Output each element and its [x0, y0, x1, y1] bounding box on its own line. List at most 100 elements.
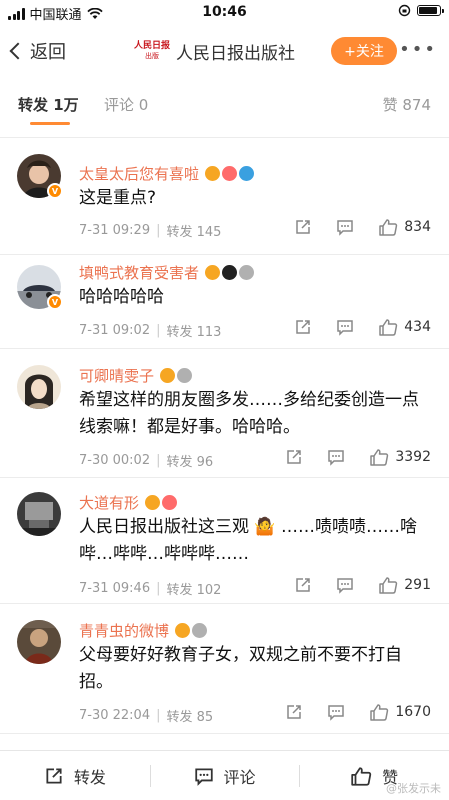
username[interactable]: 可卿晴雯子 — [79, 365, 193, 386]
meta-separator: | — [156, 708, 161, 723]
list-item[interactable]: 大道有形 人民日报出版社这三观 🤷 ……啧啧啧……啥哔…哔哔…哔哔哔…… 7-3… — [0, 478, 449, 604]
repost-text: 哈哈哈哈哈 — [79, 287, 164, 307]
comment-icon — [194, 767, 213, 786]
medal-badge-icon — [162, 495, 178, 510]
item-actions: 291 — [276, 576, 431, 594]
verified-badge-icon: V — [47, 183, 63, 199]
level-badge-icon — [192, 623, 208, 638]
list-item-partial — [0, 128, 449, 138]
repost-date: 7-31 09:46 — [79, 581, 151, 596]
comment-icon — [328, 450, 345, 466]
list-item[interactable]: 可卿晴雯子 希望这样的朋友圈多发……多给纪委创造一点线索嘛！都是好事。哈哈哈。 … — [0, 349, 449, 478]
comment-button[interactable] — [327, 703, 345, 721]
share-icon — [296, 578, 311, 592]
user-badges — [205, 166, 255, 181]
like-count: 3392 — [395, 449, 431, 465]
share-button[interactable] — [285, 448, 303, 466]
active-tab-indicator — [30, 122, 70, 125]
item-actions: 3392 — [267, 448, 431, 466]
orientation-lock-icon — [398, 4, 411, 17]
thumbs-up-icon — [379, 577, 398, 594]
repost-count: 转发 102 — [166, 583, 222, 598]
item-actions: 834 — [276, 218, 431, 236]
thumbs-up-icon — [370, 449, 389, 466]
repost-meta: 7-30 22:04 | 转发 85 — [79, 706, 213, 725]
like-button[interactable]: 291 — [378, 576, 431, 594]
username[interactable]: 青青虫的微博 — [79, 620, 208, 641]
repost-list[interactable]: V 太皇太后您有喜啦 这是重点? 7-31 09:29 | 转发 145 834… — [0, 128, 449, 750]
share-button[interactable] — [294, 318, 312, 336]
tab-repost[interactable]: 转发 1万 — [18, 94, 79, 115]
list-item[interactable]: 青青虫的微博 父母要好好教育子女，双规之前不要不打自招。 7-30 22:04 … — [0, 604, 449, 734]
tab-like[interactable]: 赞 874 — [383, 94, 431, 115]
share-button[interactable] — [294, 218, 312, 236]
status-right — [398, 4, 444, 17]
comment-icon — [337, 320, 354, 336]
user-badges — [160, 368, 193, 383]
repost-date: 7-30 22:04 — [79, 708, 151, 723]
comment-icon — [328, 705, 345, 721]
repost-text: 这是重点? — [79, 188, 157, 208]
battery-fill — [419, 7, 438, 14]
account-logo: 人民日报 出版 — [134, 36, 170, 66]
comment-button[interactable] — [336, 576, 354, 594]
repost-date: 7-30 00:02 — [79, 453, 151, 468]
like-count: 834 — [404, 219, 431, 235]
repost-meta: 7-31 09:02 | 转发 113 — [79, 321, 221, 340]
more-button[interactable]: ••• — [399, 39, 437, 60]
comment-button[interactable] — [336, 318, 354, 336]
like-button[interactable]: 834 — [378, 218, 431, 236]
like-button[interactable]: 3392 — [369, 448, 431, 466]
nav-bar: 返回 人民日报 出版 人民日报出版社 +关注 ••• — [0, 24, 449, 78]
share-icon — [296, 220, 311, 234]
repost-count: 转发 113 — [166, 325, 222, 340]
username[interactable]: 大道有形 — [79, 492, 178, 513]
comment-button[interactable] — [327, 448, 345, 466]
thumbs-up-icon — [379, 219, 398, 236]
bottom-repost-button[interactable]: 转发 — [0, 751, 150, 800]
follow-button[interactable]: +关注 — [331, 37, 397, 65]
list-item[interactable]: V 太皇太后您有喜啦 这是重点? 7-31 09:29 | 转发 145 834 — [0, 138, 449, 255]
repost-meta: 7-31 09:29 | 转发 145 — [79, 221, 221, 240]
member-badge-icon — [205, 166, 221, 181]
back-button[interactable]: 返回 — [9, 38, 66, 64]
member-badge-icon — [205, 265, 221, 280]
thumbs-up-icon — [379, 319, 398, 336]
bottom-repost-label: 转发 — [73, 767, 106, 787]
avatar[interactable] — [17, 620, 61, 664]
repost-date: 7-31 09:29 — [79, 223, 151, 238]
bottom-comment-label: 评论 — [223, 767, 256, 787]
like-count: 291 — [404, 577, 431, 593]
username-text: 太皇太后您有喜啦 — [79, 165, 200, 183]
item-actions: 434 — [276, 318, 431, 336]
repost-date: 7-31 09:02 — [79, 323, 151, 338]
account-header[interactable]: 人民日报 出版 人民日报出版社 — [134, 36, 295, 66]
like-button[interactable]: 1670 — [369, 703, 431, 721]
tab-bar: 转发 1万 评论 0 赞 874 — [0, 78, 449, 128]
share-button[interactable] — [285, 703, 303, 721]
username-text: 填鸭式教育受害者 — [79, 264, 200, 282]
watermark: @张发示未 — [386, 782, 441, 795]
level-badge-icon — [239, 265, 255, 280]
username[interactable]: 填鸭式教育受害者 — [79, 262, 255, 283]
chevron-left-icon — [9, 42, 27, 60]
avatar[interactable] — [17, 492, 61, 536]
username[interactable]: 太皇太后您有喜啦 — [79, 163, 255, 184]
share-button[interactable] — [294, 576, 312, 594]
bottom-action-bar: 转发 评论 赞 — [0, 750, 449, 800]
avatar[interactable] — [17, 365, 61, 409]
meta-separator: | — [156, 453, 161, 468]
tab-comment[interactable]: 评论 0 — [104, 94, 148, 115]
repost-text: 希望这样的朋友圈多发……多给纪委创造一点线索嘛！都是好事。哈哈哈。 — [79, 390, 419, 437]
comment-button[interactable] — [336, 218, 354, 236]
repost-text: 父母要好好教育子女，双规之前不要不打自招。 — [79, 645, 402, 692]
list-item[interactable]: V 填鸭式教育受害者 哈哈哈哈哈 7-31 09:02 | 转发 113 434 — [0, 255, 449, 349]
user-badges — [205, 265, 255, 280]
username-text: 可卿晴雯子 — [79, 367, 155, 385]
status-bar: 中国联通 10:46 — [0, 0, 449, 24]
meta-separator: | — [156, 581, 161, 596]
user-badges — [175, 623, 208, 638]
meta-separator: | — [156, 223, 161, 238]
like-button[interactable]: 434 — [378, 318, 431, 336]
bottom-comment-button[interactable]: 评论 — [149, 751, 300, 800]
